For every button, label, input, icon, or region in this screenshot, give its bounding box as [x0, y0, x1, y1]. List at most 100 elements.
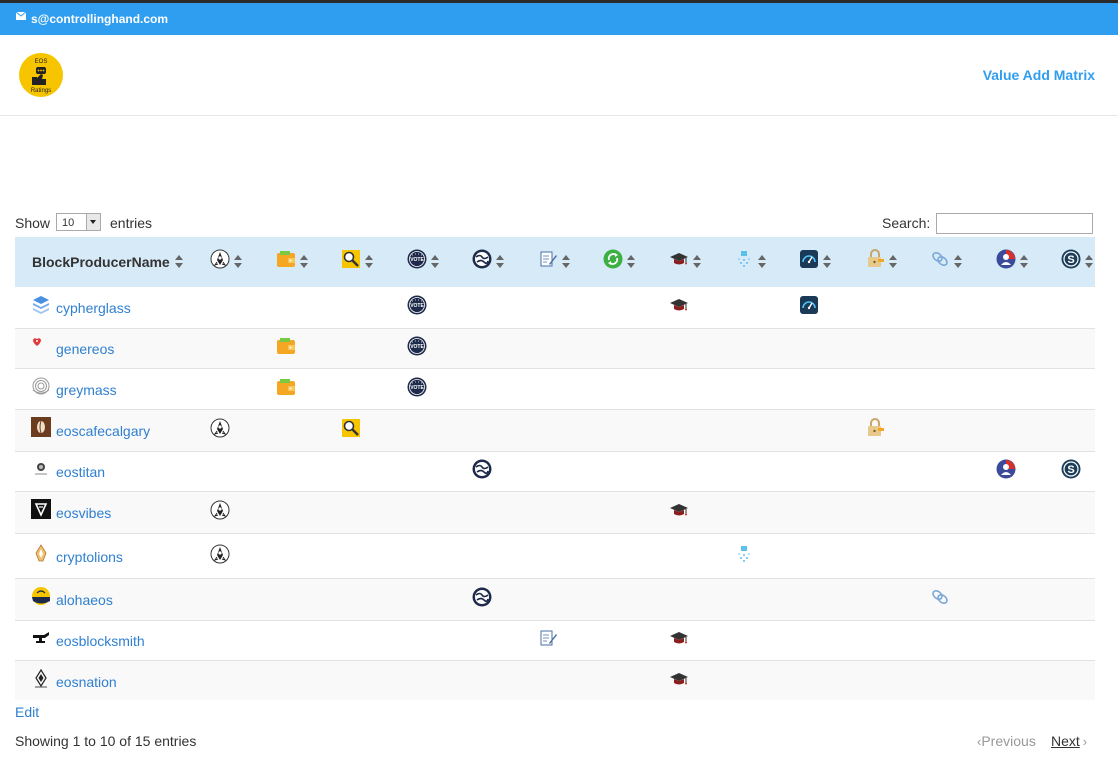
column-header-coin-icon[interactable]: S	[1055, 237, 1095, 287]
matrix-cell	[859, 409, 924, 451]
table-row: genereos VOTE	[15, 328, 1095, 368]
matrix-cell	[597, 578, 662, 620]
greymass-logo	[31, 376, 51, 396]
chevron-down-icon	[86, 214, 100, 230]
matrix-table-wrapper[interactable]: BlockProducerName VOTE S cypherglass VOTE ge…	[15, 237, 1095, 700]
matrix-cell	[728, 533, 793, 578]
producer-link[interactable]: eosblocksmith	[56, 633, 145, 649]
matrix-cell	[728, 491, 793, 533]
matrix-cell	[204, 368, 269, 409]
table-row: greymass VOTE	[15, 368, 1095, 409]
matrix-cell	[532, 451, 597, 491]
column-header-document-sign-icon[interactable]	[532, 237, 597, 287]
matrix-cell	[990, 533, 1055, 578]
matrix-cell	[401, 533, 466, 578]
column-header-faucet-icon[interactable]	[728, 237, 793, 287]
producer-link[interactable]: greymass	[56, 382, 117, 398]
producer-link[interactable]: cypherglass	[56, 300, 131, 316]
site-header: EOS Ratings Value Add Matrix	[0, 35, 1118, 116]
matrix-cell	[466, 409, 531, 451]
faucet-icon	[734, 544, 754, 564]
producer-link[interactable]: genereos	[56, 341, 114, 357]
column-header-graduation-cap-icon[interactable]	[663, 237, 728, 287]
producer-link[interactable]: cryptolions	[56, 549, 123, 565]
producer-link[interactable]: eoscafecalgary	[56, 423, 150, 439]
producer-link[interactable]: eosvibes	[56, 505, 111, 521]
contact-email[interactable]: s@controllinghand.com	[31, 12, 168, 26]
matrix-cell	[466, 533, 531, 578]
matrix-cell	[466, 287, 531, 328]
matrix-cell	[532, 660, 597, 700]
matrix-cell	[466, 620, 531, 660]
globe-icon	[472, 459, 492, 479]
table-controls: Show 10 entries Search:	[15, 211, 1095, 237]
show-label: Show	[15, 215, 51, 231]
producer-name-cell: eosvibes	[15, 491, 204, 533]
matrix-cell	[597, 328, 662, 368]
document-sign-icon	[538, 249, 558, 269]
search-input[interactable]	[936, 213, 1093, 234]
matrix-cell	[1055, 491, 1095, 533]
matrix-cell	[793, 491, 858, 533]
producer-link[interactable]: eostitan	[56, 464, 105, 480]
matrix-cell	[597, 491, 662, 533]
matrix-cell	[663, 533, 728, 578]
matrix-cell	[401, 451, 466, 491]
producer-link[interactable]: eosnation	[56, 674, 117, 690]
column-header-rocket-icon[interactable]	[204, 237, 269, 287]
svg-text:VOTE: VOTE	[410, 344, 424, 350]
column-header-lock-key-icon[interactable]	[859, 237, 924, 287]
column-header-refresh-icon[interactable]	[597, 237, 662, 287]
matrix-cell	[924, 409, 989, 451]
matrix-cell	[990, 409, 1055, 451]
matrix-cell	[793, 451, 858, 491]
value-add-matrix-link[interactable]: Value Add Matrix	[983, 67, 1095, 83]
edit-link[interactable]: Edit	[15, 704, 39, 720]
coin-icon: S	[1061, 459, 1081, 479]
column-header-globe-icon[interactable]	[466, 237, 531, 287]
coin-icon: S	[1061, 249, 1081, 269]
svg-text:VOTE: VOTE	[410, 303, 424, 309]
eos-ratings-logo[interactable]: EOS Ratings	[19, 53, 63, 97]
matrix-cell	[663, 451, 728, 491]
matrix-cell	[532, 578, 597, 620]
matrix-cell	[728, 451, 793, 491]
producer-name-cell: eosblocksmith	[15, 620, 204, 660]
matrix-cell	[401, 660, 466, 700]
matrix-cell	[335, 409, 400, 451]
globe-icon	[472, 587, 492, 607]
rocket-icon	[210, 418, 230, 438]
producer-link[interactable]: alohaeos	[56, 592, 113, 608]
column-header-user-badge-icon[interactable]	[990, 237, 1055, 287]
next-button[interactable]: Next ›	[1051, 733, 1087, 749]
sort-icon	[692, 255, 701, 269]
cypherglass-logo	[31, 294, 51, 314]
eosblocksmith-logo	[31, 627, 51, 647]
sort-icon	[758, 255, 767, 269]
column-header-explorer-search-icon[interactable]	[335, 237, 400, 287]
matrix-cell	[401, 578, 466, 620]
matrix-cell	[335, 491, 400, 533]
matrix-cell	[990, 287, 1055, 328]
column-header-wallet-icon[interactable]	[270, 237, 335, 287]
column-header-link-chain-icon[interactable]	[924, 237, 989, 287]
matrix-cell	[793, 660, 858, 700]
link-chain-icon	[930, 587, 950, 607]
eostitan-logo	[31, 458, 51, 478]
matrix-cell	[663, 578, 728, 620]
table-row: eoscafecalgary	[15, 409, 1095, 451]
sort-icon	[823, 255, 832, 269]
previous-button[interactable]: ‹Previous	[977, 733, 1036, 749]
matrix-cell: VOTE	[401, 287, 466, 328]
page-length-select[interactable]: 10	[56, 213, 101, 231]
matrix-cell	[924, 578, 989, 620]
column-header-blockproducername[interactable]: BlockProducerName	[15, 237, 204, 287]
genereos-logo	[31, 335, 51, 355]
column-header-speedometer-icon[interactable]	[793, 237, 858, 287]
column-header-vote-badge-icon[interactable]: VOTE	[401, 237, 466, 287]
alohaeos-logo	[31, 586, 51, 606]
vote-badge-icon: VOTE	[407, 336, 427, 356]
matrix-cell	[597, 660, 662, 700]
lock-key-icon	[865, 249, 885, 269]
matrix-cell	[859, 328, 924, 368]
